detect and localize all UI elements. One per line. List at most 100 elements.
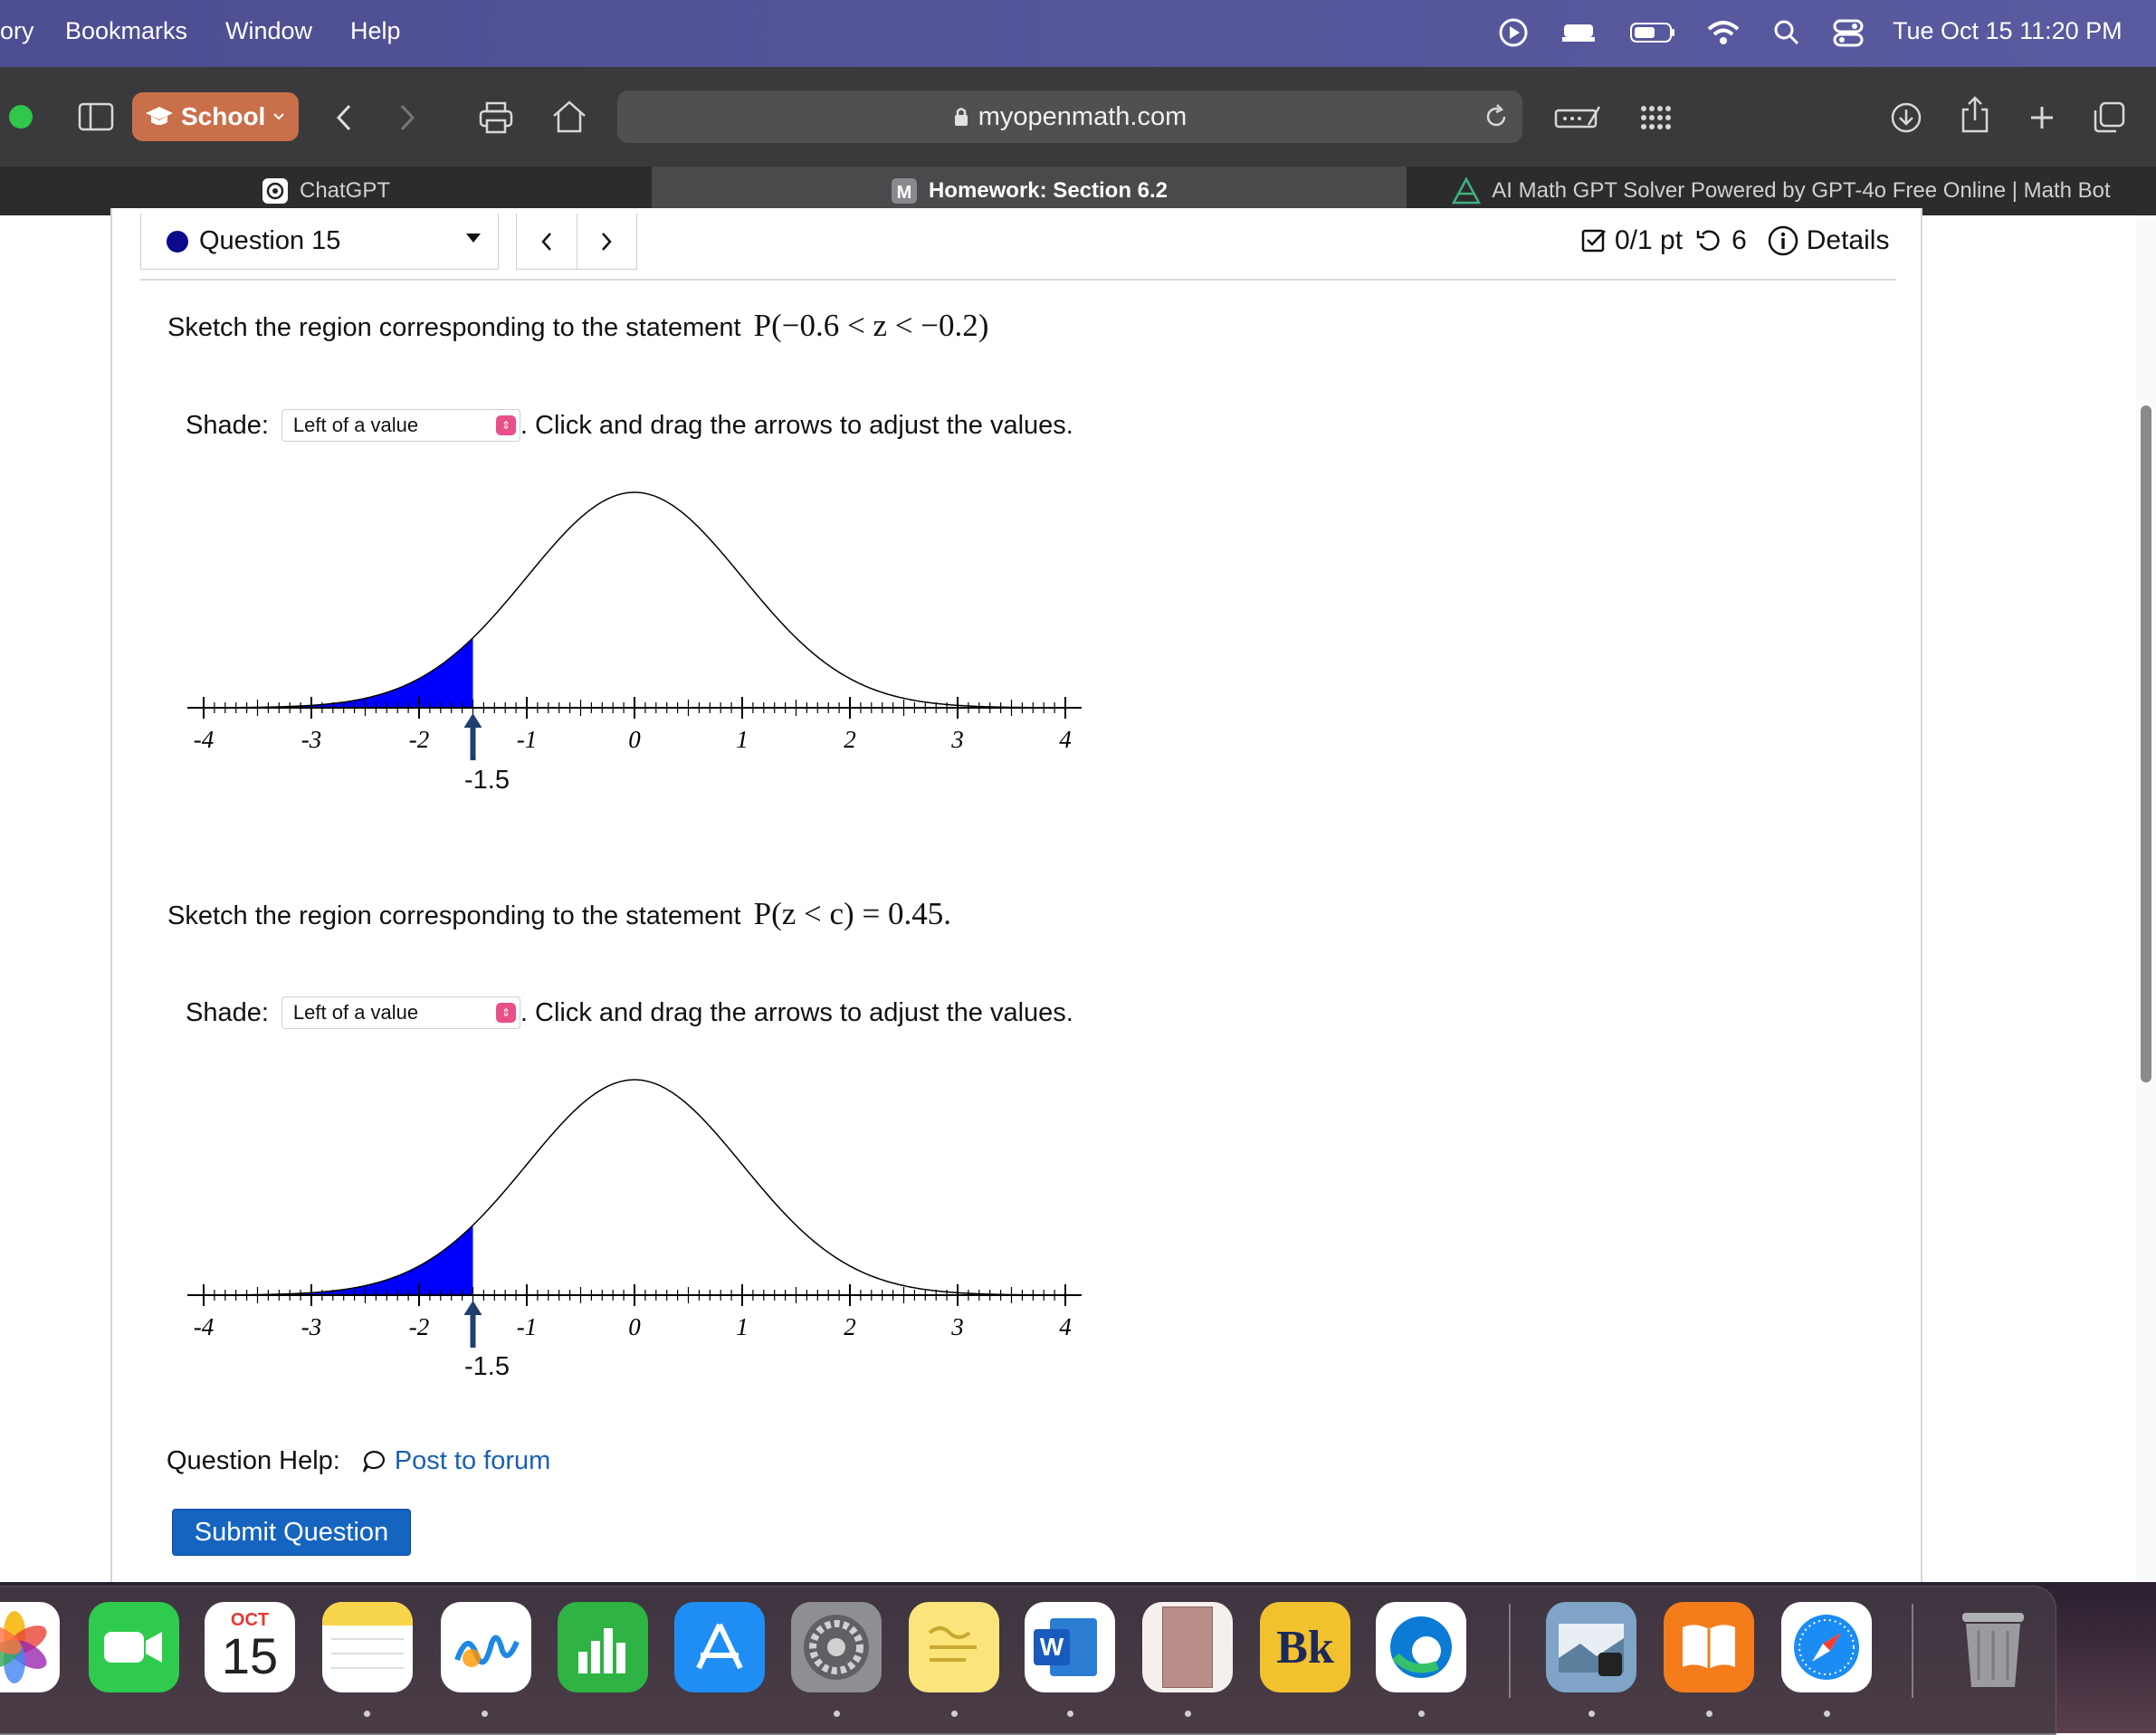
scrollbar-thumb[interactable] — [2141, 405, 2151, 1082]
play-icon[interactable] — [1493, 13, 1533, 52]
svg-text:M: M — [897, 183, 912, 203]
previous-question-button[interactable] — [517, 214, 577, 270]
chevron-down-icon — [273, 113, 285, 120]
safari-icon[interactable] — [1781, 1602, 1872, 1692]
chatgpt-icon — [262, 178, 288, 204]
tab-overview-icon[interactable] — [2089, 98, 2129, 138]
question-nav — [516, 214, 637, 270]
chevron-right-icon — [602, 233, 612, 251]
photos-icon[interactable] — [0, 1602, 60, 1692]
submit-question-button[interactable]: Submit Question — [172, 1509, 411, 1556]
running-indicator — [1418, 1711, 1425, 1717]
normal-curve-svg[interactable]: -4 -3 -2 -1 0 1 2 3 4 — [176, 471, 1095, 833]
normal-curve-svg[interactable]: -4 -3 -2 -1 0 1 2 3 4 — [176, 1058, 1095, 1420]
url-text: myopenmath.com — [978, 101, 1188, 131]
menu-clock[interactable]: Tue Oct 15 11:20 PM — [1893, 17, 2123, 45]
running-indicator — [1588, 1711, 1595, 1717]
running-indicator — [1706, 1711, 1712, 1717]
running-indicator — [1067, 1711, 1073, 1717]
shade-select[interactable]: Left of a value ⇕ — [281, 409, 520, 442]
menu-history[interactable]: ory — [0, 17, 34, 45]
shade-select-value: Left of a value — [292, 1001, 419, 1024]
new-tab-icon[interactable] — [2022, 98, 2062, 138]
speech-bubble-icon — [362, 1450, 385, 1473]
question-selector[interactable]: Question 15 — [140, 214, 499, 270]
trash-icon[interactable] — [1948, 1602, 2038, 1692]
tick-label: -3 — [301, 1313, 322, 1340]
edge-icon[interactable] — [1376, 1602, 1466, 1692]
details-link[interactable]: Details — [1807, 225, 1890, 256]
tick-label: -1 — [517, 1313, 538, 1340]
word-letter: W — [1034, 1629, 1070, 1665]
stickies-icon[interactable] — [909, 1602, 999, 1692]
running-indicator — [951, 1711, 958, 1717]
battery-icon[interactable] — [1629, 13, 1676, 52]
menu-bookmarks[interactable]: Bookmarks — [65, 17, 187, 45]
reload-icon[interactable] — [1483, 103, 1510, 130]
normal-curve-plot-2[interactable]: -4 -3 -2 -1 0 1 2 3 4 — [176, 1058, 1095, 1420]
drag-handle-arrow[interactable] — [463, 713, 482, 760]
address-bar[interactable]: myopenmath.com — [617, 91, 1522, 143]
tab-label: AI Math GPT Solver Powered by GPT-4o Fre… — [1492, 178, 2111, 203]
window-zoom-button[interactable] — [9, 105, 33, 129]
part2-shade-row: Shade: Left of a value ⇕ . Click and dra… — [186, 996, 1073, 1029]
tick-label: 0 — [628, 1313, 641, 1340]
share-icon[interactable] — [1955, 92, 1995, 138]
prompt-text: Sketch the region corresponding to the s… — [167, 313, 741, 342]
freeform-icon[interactable] — [441, 1602, 531, 1692]
numbers-icon[interactable] — [558, 1602, 648, 1692]
word-icon[interactable]: W — [1025, 1602, 1115, 1692]
profile-button[interactable]: School — [132, 92, 299, 141]
shade-select[interactable]: Left of a value ⇕ — [281, 996, 520, 1029]
bk-app-icon[interactable]: Bk — [1260, 1602, 1350, 1692]
wifi-icon[interactable] — [1703, 13, 1743, 52]
density-curve — [203, 491, 1066, 709]
tick-label: 0 — [628, 726, 641, 753]
tick-label: 3 — [950, 726, 964, 753]
info-icon[interactable] — [1767, 224, 1799, 257]
books-icon[interactable] — [1664, 1602, 1754, 1692]
menu-bar: ory Bookmarks Window Help Tue Oct 15 11:… — [0, 0, 2156, 67]
forward-button[interactable] — [391, 100, 424, 136]
tab-label: Homework: Section 6.2 — [928, 178, 1169, 203]
tick-label: 2 — [844, 726, 856, 753]
running-indicator — [482, 1711, 488, 1717]
question-help-row: Question Help: Post to forum — [167, 1446, 550, 1476]
tick-label: -3 — [301, 726, 322, 753]
notes-icon[interactable] — [322, 1602, 413, 1692]
print-icon[interactable] — [475, 98, 517, 138]
menu-window[interactable]: Window — [225, 17, 312, 45]
post-to-forum-link[interactable]: Post to forum — [360, 1446, 550, 1476]
caret-down-icon — [466, 234, 481, 243]
question-help-label: Question Help: — [167, 1446, 340, 1475]
grid-icon[interactable] — [1636, 100, 1676, 136]
back-button[interactable] — [328, 100, 360, 136]
document-icon[interactable] — [1142, 1602, 1233, 1692]
running-indicator — [834, 1711, 840, 1717]
sidebar-toggle-icon[interactable] — [76, 100, 116, 134]
tick-label: 1 — [736, 1313, 749, 1340]
post-to-forum-text: Post to forum — [394, 1446, 551, 1475]
spotlight-search-icon[interactable] — [1767, 13, 1807, 52]
math-statement: P(z < c) = 0.45. — [753, 896, 951, 931]
next-question-button[interactable] — [577, 214, 637, 270]
math-bot-icon — [1452, 177, 1482, 205]
select-stepper-icon: ⇕ — [495, 1003, 516, 1023]
tick-label: -4 — [194, 1313, 215, 1340]
retries-count: 6 — [1731, 225, 1747, 255]
drag-handle-arrow[interactable] — [463, 1301, 482, 1348]
home-icon[interactable] — [549, 96, 590, 138]
download-icon[interactable] — [1886, 98, 1926, 138]
calendar-icon[interactable]: OCT 15 — [205, 1602, 295, 1692]
lock-icon — [954, 108, 968, 126]
sleep-icon[interactable] — [1559, 13, 1598, 52]
app-store-icon[interactable] — [674, 1602, 765, 1692]
facetime-icon[interactable] — [89, 1602, 179, 1692]
running-indicator — [1185, 1711, 1191, 1717]
control-center-icon[interactable] — [1828, 13, 1868, 52]
preview-icon[interactable] — [1546, 1602, 1636, 1692]
system-settings-icon[interactable] — [791, 1602, 882, 1692]
normal-curve-plot-1[interactable]: -4 -3 -2 -1 0 1 2 3 4 — [176, 471, 1095, 833]
password-icon[interactable] — [1553, 98, 1602, 138]
menu-help[interactable]: Help — [350, 17, 401, 45]
